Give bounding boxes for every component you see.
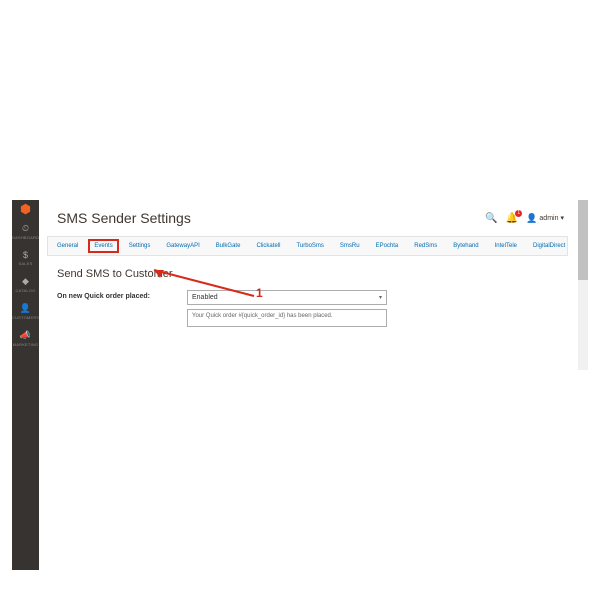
tab-clickatell[interactable]: Clickatell bbox=[253, 242, 283, 250]
tab-events[interactable]: Events bbox=[91, 242, 115, 250]
tab-bulkgate[interactable]: BulkGate bbox=[213, 242, 244, 250]
tab-inteltele[interactable]: IntelTele bbox=[492, 242, 520, 250]
tab-smsru[interactable]: SmsRu bbox=[337, 242, 363, 250]
page-header: SMS Sender Settings 🔍 🔔 1 👤 admin ▾ bbox=[39, 200, 576, 230]
tab-turbosms[interactable]: TurboSms bbox=[293, 242, 326, 250]
account-menu[interactable]: 👤 admin ▾ bbox=[526, 213, 564, 224]
tab-digitaldirect[interactable]: DigitalDirect bbox=[530, 242, 568, 250]
tab-gatewayapi[interactable]: GatewayAPI bbox=[163, 242, 202, 250]
marketing-icon: 📣 bbox=[12, 330, 39, 341]
section-heading: Send SMS to Customer bbox=[57, 268, 576, 280]
admin-sidebar: ⬢ ⏲ DASHBOARD $ SALES ◆ CATALOG 👤 CUSTOM… bbox=[12, 200, 39, 570]
enabled-select[interactable]: Enabled bbox=[187, 290, 387, 305]
sidebar-item-label: CUSTOMERS bbox=[12, 315, 39, 320]
sidebar-item-catalog[interactable]: ◆ CATALOG bbox=[12, 271, 39, 298]
user-icon: 👤 bbox=[526, 213, 537, 224]
magento-logo-icon: ⬢ bbox=[12, 200, 39, 218]
chevron-down-icon: ▾ bbox=[560, 214, 564, 222]
customers-icon: 👤 bbox=[12, 303, 39, 314]
select-value: Enabled bbox=[192, 294, 218, 301]
catalog-icon: ◆ bbox=[12, 276, 39, 287]
vertical-scrollbar[interactable] bbox=[578, 200, 588, 370]
tab-redsms[interactable]: RedSms bbox=[411, 242, 440, 250]
notifications-icon[interactable]: 🔔 1 bbox=[506, 213, 518, 224]
config-tabs: General Events Settings GatewayAPI BulkG… bbox=[47, 236, 568, 256]
sidebar-item-marketing[interactable]: 📣 MARKETING bbox=[12, 325, 39, 352]
sidebar-item-label: CATALOG bbox=[12, 288, 39, 293]
scrollbar-thumb[interactable] bbox=[578, 200, 588, 280]
sms-template-textarea[interactable]: Your Quick order #{quick_order_id} has b… bbox=[187, 309, 387, 327]
sidebar-item-dashboard[interactable]: ⏲ DASHBOARD bbox=[12, 218, 39, 245]
sidebar-item-label: SALES bbox=[12, 261, 39, 266]
tab-bytehand[interactable]: Bytehand bbox=[450, 242, 481, 250]
sidebar-item-sales[interactable]: $ SALES bbox=[12, 245, 39, 271]
tab-epochta[interactable]: EPochta bbox=[373, 242, 402, 250]
sidebar-item-customers[interactable]: 👤 CUSTOMERS bbox=[12, 298, 39, 325]
user-name: admin bbox=[539, 215, 558, 222]
tab-general[interactable]: General bbox=[54, 242, 81, 250]
dashboard-icon: ⏲ bbox=[12, 223, 39, 234]
search-icon[interactable]: 🔍 bbox=[485, 213, 497, 224]
tab-settings[interactable]: Settings bbox=[126, 242, 154, 250]
field-label-quick-order: On new Quick order placed: bbox=[57, 290, 187, 300]
page-title: SMS Sender Settings bbox=[57, 210, 191, 226]
sales-icon: $ bbox=[12, 250, 39, 260]
notification-badge: 1 bbox=[515, 210, 522, 217]
sidebar-item-label: MARKETING bbox=[12, 342, 39, 347]
main-content: SMS Sender Settings 🔍 🔔 1 👤 admin ▾ Gene… bbox=[39, 200, 576, 570]
sidebar-item-label: DASHBOARD bbox=[12, 235, 39, 240]
